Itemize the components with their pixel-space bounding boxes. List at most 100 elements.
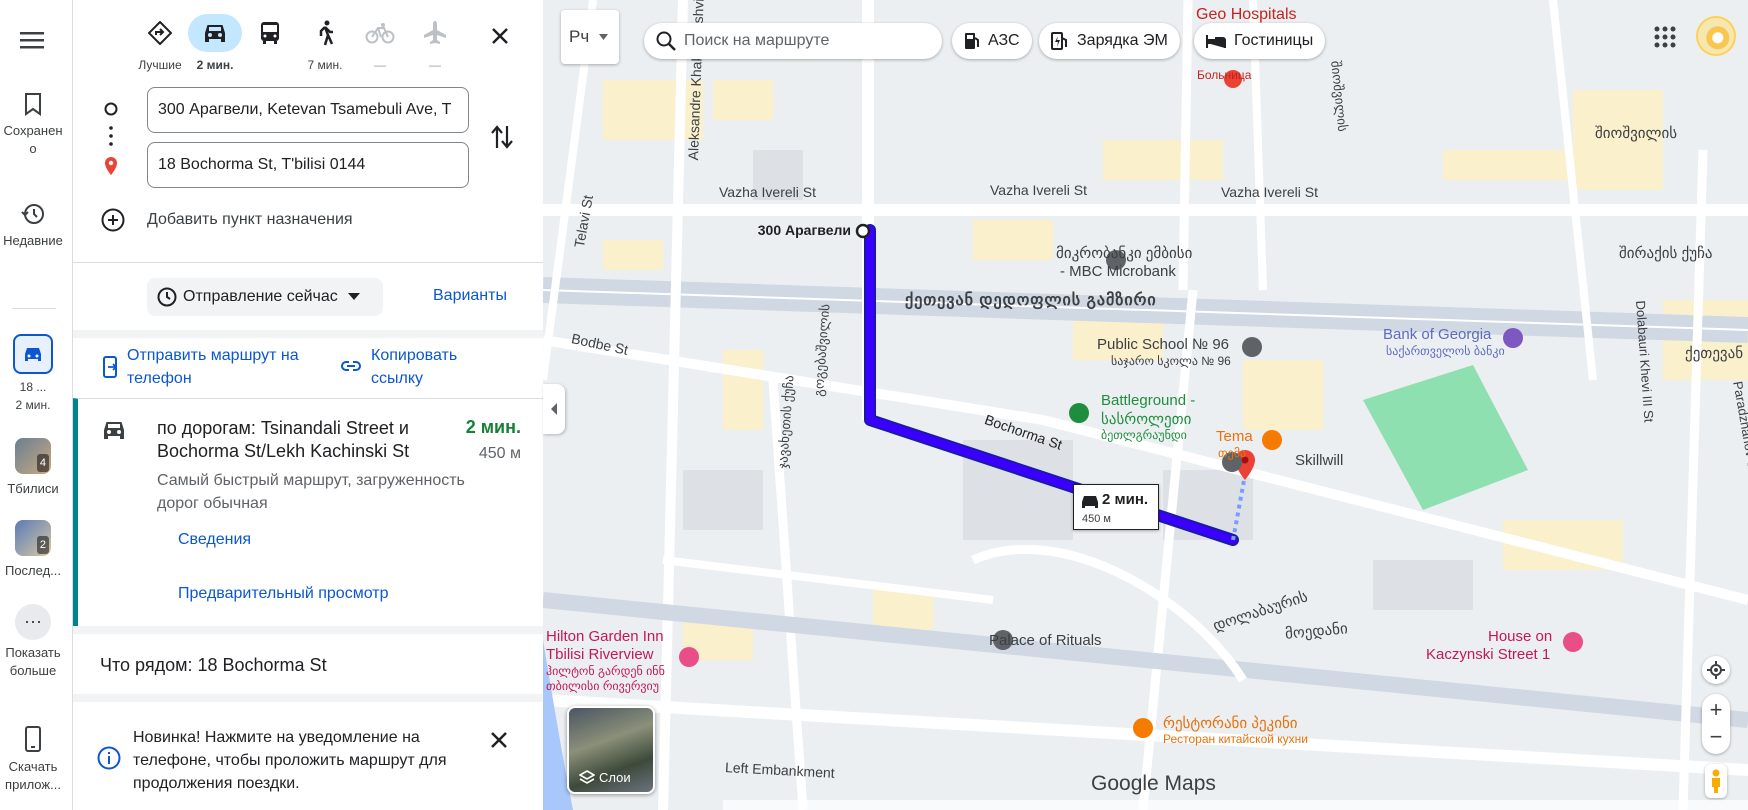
- mode-car-label: 2 мин.: [196, 58, 234, 72]
- pegman-icon[interactable]: [1705, 764, 1727, 798]
- link-icon: [341, 361, 361, 371]
- route-title: по дорогам: Tsinandali Street и Bochorma…: [157, 418, 410, 461]
- language-button[interactable]: Рч: [561, 10, 619, 64]
- copy-link-label: Копировать ссылку: [371, 347, 458, 387]
- swap-icon: [491, 125, 513, 149]
- route-search-box[interactable]: Поиск на маршруте: [644, 23, 942, 59]
- map-area[interactable]: 2 мин. 450 м 300 Арагвели Geo Hospitals …: [543, 0, 1748, 810]
- saved-label: Сохранено: [3, 123, 63, 156]
- origin-marker[interactable]: [855, 223, 871, 239]
- download-label: Скачать прилож...: [5, 759, 61, 792]
- map-label: Tbilisi Riverview: [546, 646, 654, 663]
- map-label: Tema: [1216, 428, 1253, 445]
- last-item[interactable]: 2 Послед...: [0, 520, 66, 580]
- recent-route-item[interactable]: 18 ... 2 мин.: [0, 334, 66, 414]
- tbilisi-item[interactable]: 4 Тбилиси: [0, 438, 66, 498]
- bike-icon: [365, 23, 395, 44]
- bookmark-icon: [25, 93, 41, 116]
- last-count: 2: [36, 536, 49, 554]
- map-label: Vazha Ivereli St: [990, 182, 1088, 198]
- saved-button[interactable]: Сохранено: [0, 92, 66, 158]
- layers-button[interactable]: Слои: [567, 706, 655, 794]
- map-label: შირაქის ქუჩა: [1619, 245, 1713, 262]
- collapse-panel-button[interactable]: [543, 384, 565, 434]
- map-label: Hilton Garden Inn: [546, 628, 664, 645]
- map-label: მიკრობანკი ემბისი: [1056, 245, 1193, 262]
- route-card[interactable]: по дорогам: Tsinandali Street и Bochorma…: [73, 398, 543, 626]
- close-directions-button[interactable]: [488, 24, 512, 48]
- add-destination-button[interactable]: Добавить пункт назначения: [101, 208, 401, 234]
- swap-button[interactable]: [490, 122, 514, 152]
- map-label: რესტორანი პეკინი: [1163, 715, 1298, 732]
- info-icon: [97, 746, 121, 770]
- mode-flight[interactable]: —: [408, 14, 462, 72]
- map-label: თბილისი რივერვიუ: [546, 679, 660, 693]
- best-route-icon: [148, 21, 172, 45]
- section-gap-3: [73, 694, 543, 702]
- map-label: - MBC Microbank: [1060, 263, 1176, 280]
- last-label: Послед...: [4, 563, 62, 578]
- phone-icon: [25, 726, 41, 752]
- gas-station-icon: [965, 33, 979, 49]
- map-label: Public School № 96: [1097, 336, 1229, 353]
- send-to-phone-button[interactable]: Отправить маршрут на телефон: [103, 344, 313, 390]
- mode-transit[interactable]: [243, 14, 297, 58]
- apps-grid-button[interactable]: [1654, 26, 1676, 48]
- notice-box: Новинка! Нажмите на уведомление на телеф…: [73, 702, 543, 810]
- map-label: შიოშვილის: [1595, 125, 1678, 142]
- car-icon: [1082, 496, 1098, 508]
- origin-input[interactable]: 300 Арагвели, Ketevan Tsamebuli Ave, T: [147, 87, 469, 133]
- map-label: ქეთევან: [1685, 345, 1744, 362]
- map-label: ჰილტონ გარდენ ინნ: [546, 664, 665, 678]
- details-button[interactable]: Сведения: [178, 531, 251, 549]
- map-label: საქართველოს ბანკი: [1386, 344, 1505, 358]
- nearby-heading[interactable]: Что рядом: 18 Bochorma St: [100, 655, 327, 676]
- departure-dropdown[interactable]: Отправление сейчас: [147, 278, 383, 316]
- options-button[interactable]: Варианты: [433, 287, 507, 305]
- chip-ev-charging[interactable]: Зарядка ЭМ: [1039, 23, 1180, 59]
- map-label: Bank of Georgia: [1383, 326, 1492, 343]
- zoom-in-button[interactable]: +: [1702, 698, 1730, 722]
- route-info-box[interactable]: 2 мин. 450 м: [1073, 484, 1159, 530]
- route-box-time: 2 мин.: [1102, 491, 1149, 508]
- download-app-button[interactable]: Скачать прилож...: [0, 726, 66, 794]
- departure-label: Отправление сейчас: [183, 288, 338, 305]
- map-label: Palace of Rituals: [989, 632, 1102, 649]
- bus-icon: [261, 22, 279, 44]
- google-maps-logo: Google Maps: [1091, 772, 1216, 795]
- map-label: Больница: [1197, 68, 1252, 82]
- map-label: ქეთევან დედოფლის გამზირი: [905, 292, 1157, 309]
- add-destination-label: Добавить пункт назначения: [147, 211, 353, 228]
- show-more-button[interactable]: ⋯ Показать больше: [0, 604, 66, 680]
- recent-button[interactable]: Недавние: [0, 202, 66, 250]
- panel-divider-top: [73, 262, 543, 263]
- chip-gas-station[interactable]: АЗС: [952, 23, 1032, 59]
- directions-panel: Лучшие 2 мин. 7 мин. — — 300 Арагвели, K…: [73, 0, 543, 810]
- tbilisi-thumbnail: 4: [15, 438, 51, 474]
- mode-car[interactable]: 2 мин.: [188, 14, 242, 72]
- clock-icon: [157, 287, 177, 307]
- map-label: საჯარო სკოლა № 96: [1111, 354, 1231, 368]
- destination-input[interactable]: 18 Bochorma St, T'bilisi 0144: [147, 142, 469, 188]
- chip-ev-label: Зарядка ЭМ: [1077, 32, 1168, 49]
- search-icon: [656, 31, 676, 51]
- route-distance: 450 м: [478, 445, 521, 462]
- notice-close-button[interactable]: [489, 730, 509, 755]
- mode-walk[interactable]: 7 мин.: [298, 14, 352, 72]
- send-phone-icon: [103, 356, 118, 378]
- notice-text: Новинка! Нажмите на уведомление на телеф…: [133, 729, 447, 792]
- zoom-out-button[interactable]: −: [1702, 726, 1730, 750]
- mode-best[interactable]: Лучшие: [133, 14, 187, 72]
- layers-label: Слои: [599, 770, 631, 785]
- map-label: Vazha Ivereli St: [1221, 184, 1319, 200]
- map-footer-bar: [723, 800, 1748, 810]
- menu-icon[interactable]: [20, 30, 44, 50]
- route-time: 2 мин.: [465, 417, 521, 437]
- my-location-button[interactable]: [1702, 656, 1730, 684]
- mode-bike[interactable]: —: [353, 14, 407, 72]
- account-avatar[interactable]: [1696, 16, 1736, 56]
- copy-link-button[interactable]: Копировать ссылку: [341, 344, 531, 390]
- route-box-distance: 450 м: [1082, 513, 1111, 525]
- preview-button[interactable]: Предварительный просмотр: [178, 585, 388, 603]
- chip-hotels[interactable]: Гостиницы: [1194, 23, 1326, 59]
